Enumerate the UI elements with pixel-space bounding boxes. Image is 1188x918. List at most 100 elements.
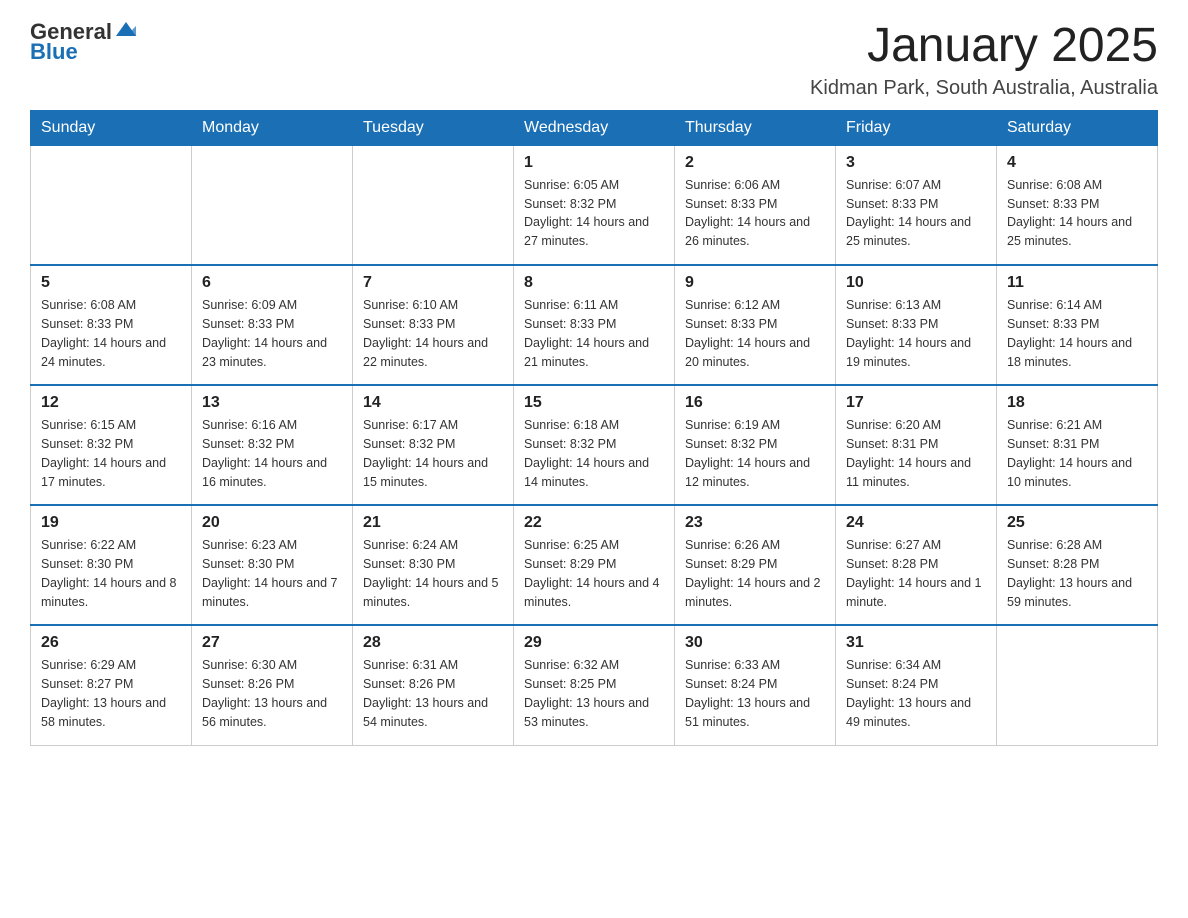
logo-blue: Blue	[30, 40, 78, 64]
day-info: Sunrise: 6:15 AM Sunset: 8:32 PM Dayligh…	[41, 416, 181, 491]
day-info: Sunrise: 6:29 AM Sunset: 8:27 PM Dayligh…	[41, 656, 181, 731]
calendar-cell: 31Sunrise: 6:34 AM Sunset: 8:24 PM Dayli…	[836, 625, 997, 745]
day-info: Sunrise: 6:06 AM Sunset: 8:33 PM Dayligh…	[685, 176, 825, 251]
calendar-cell: 21Sunrise: 6:24 AM Sunset: 8:30 PM Dayli…	[353, 505, 514, 625]
calendar-cell	[31, 145, 192, 265]
day-info: Sunrise: 6:16 AM Sunset: 8:32 PM Dayligh…	[202, 416, 342, 491]
day-info: Sunrise: 6:23 AM Sunset: 8:30 PM Dayligh…	[202, 536, 342, 611]
day-number: 18	[1007, 394, 1147, 412]
day-info: Sunrise: 6:13 AM Sunset: 8:33 PM Dayligh…	[846, 296, 986, 371]
day-number: 29	[524, 634, 664, 652]
day-info: Sunrise: 6:17 AM Sunset: 8:32 PM Dayligh…	[363, 416, 503, 491]
column-header-tuesday: Tuesday	[353, 110, 514, 145]
day-number: 27	[202, 634, 342, 652]
calendar-cell: 24Sunrise: 6:27 AM Sunset: 8:28 PM Dayli…	[836, 505, 997, 625]
day-number: 8	[524, 274, 664, 292]
calendar-cell: 19 Sunrise: 6:22 AM Sunset: 8:30 PM Dayli…	[31, 505, 192, 625]
calendar-week-4: 19 Sunrise: 6:22 AM Sunset: 8:30 PM Dayli…	[31, 505, 1158, 625]
calendar-cell: 30 Sunrise: 6:33 AM Sunset: 8:24 PM Dayli…	[675, 625, 836, 745]
day-info: Sunrise: 6:08 AM Sunset: 8:33 PM Dayligh…	[41, 296, 181, 371]
day-number: 20	[202, 514, 342, 532]
column-header-monday: Monday	[192, 110, 353, 145]
calendar-cell: 15Sunrise: 6:18 AM Sunset: 8:32 PM Dayli…	[514, 385, 675, 505]
day-number: 19	[41, 514, 181, 532]
day-number: 23	[685, 514, 825, 532]
day-info: Sunrise: 6:32 AM Sunset: 8:25 PM Dayligh…	[524, 656, 664, 731]
calendar-cell: 25Sunrise: 6:28 AM Sunset: 8:28 PM Dayli…	[997, 505, 1158, 625]
day-info: Sunrise: 6:26 AM Sunset: 8:29 PM Dayligh…	[685, 536, 825, 611]
day-number: 3	[846, 154, 986, 172]
day-number: 5	[41, 274, 181, 292]
calendar-cell: 29 Sunrise: 6:32 AM Sunset: 8:25 PM Dayli…	[514, 625, 675, 745]
calendar-week-3: 12 Sunrise: 6:15 AM Sunset: 8:32 PM Dayli…	[31, 385, 1158, 505]
calendar-cell: 14 Sunrise: 6:17 AM Sunset: 8:32 PM Dayli…	[353, 385, 514, 505]
calendar-cell: 2 Sunrise: 6:06 AM Sunset: 8:33 PM Daylig…	[675, 145, 836, 265]
day-info: Sunrise: 6:10 AM Sunset: 8:33 PM Dayligh…	[363, 296, 503, 371]
title-block: January 2025 Kidman Park, South Australi…	[810, 20, 1158, 100]
day-info: Sunrise: 6:25 AM Sunset: 8:29 PM Dayligh…	[524, 536, 664, 611]
calendar-table: SundayMondayTuesdayWednesdayThursdayFrid…	[30, 110, 1158, 746]
day-info: Sunrise: 6:14 AM Sunset: 8:33 PM Dayligh…	[1007, 296, 1147, 371]
calendar-cell	[192, 145, 353, 265]
day-number: 21	[363, 514, 503, 532]
calendar-cell: 3Sunrise: 6:07 AM Sunset: 8:33 PM Daylig…	[836, 145, 997, 265]
calendar-cell: 13 Sunrise: 6:16 AM Sunset: 8:32 PM Dayli…	[192, 385, 353, 505]
calendar-week-1: 1Sunrise: 6:05 AM Sunset: 8:32 PM Daylig…	[31, 145, 1158, 265]
column-header-sunday: Sunday	[31, 110, 192, 145]
day-number: 13	[202, 394, 342, 412]
day-info: Sunrise: 6:08 AM Sunset: 8:33 PM Dayligh…	[1007, 176, 1147, 251]
calendar-week-2: 5 Sunrise: 6:08 AM Sunset: 8:33 PM Daylig…	[31, 265, 1158, 385]
day-number: 12	[41, 394, 181, 412]
day-info: Sunrise: 6:20 AM Sunset: 8:31 PM Dayligh…	[846, 416, 986, 491]
logo-icon	[114, 18, 138, 42]
calendar-cell: 20 Sunrise: 6:23 AM Sunset: 8:30 PM Dayli…	[192, 505, 353, 625]
calendar-cell: 27 Sunrise: 6:30 AM Sunset: 8:26 PM Dayli…	[192, 625, 353, 745]
page-header: General Blue January 2025 Kidman Park, S…	[30, 20, 1158, 100]
day-info: Sunrise: 6:11 AM Sunset: 8:33 PM Dayligh…	[524, 296, 664, 371]
column-header-friday: Friday	[836, 110, 997, 145]
calendar-cell: 16 Sunrise: 6:19 AM Sunset: 8:32 PM Dayli…	[675, 385, 836, 505]
calendar-subtitle: Kidman Park, South Australia, Australia	[810, 77, 1158, 100]
day-info: Sunrise: 6:30 AM Sunset: 8:26 PM Dayligh…	[202, 656, 342, 731]
day-info: Sunrise: 6:19 AM Sunset: 8:32 PM Dayligh…	[685, 416, 825, 491]
calendar-cell: 23 Sunrise: 6:26 AM Sunset: 8:29 PM Dayli…	[675, 505, 836, 625]
day-number: 2	[685, 154, 825, 172]
day-info: Sunrise: 6:09 AM Sunset: 8:33 PM Dayligh…	[202, 296, 342, 371]
day-number: 4	[1007, 154, 1147, 172]
calendar-cell: 8 Sunrise: 6:11 AM Sunset: 8:33 PM Daylig…	[514, 265, 675, 385]
column-header-saturday: Saturday	[997, 110, 1158, 145]
day-number: 9	[685, 274, 825, 292]
day-info: Sunrise: 6:34 AM Sunset: 8:24 PM Dayligh…	[846, 656, 986, 731]
calendar-cell	[997, 625, 1158, 745]
day-number: 17	[846, 394, 986, 412]
column-header-thursday: Thursday	[675, 110, 836, 145]
day-number: 22	[524, 514, 664, 532]
calendar-cell: 10Sunrise: 6:13 AM Sunset: 8:33 PM Dayli…	[836, 265, 997, 385]
day-info: Sunrise: 6:33 AM Sunset: 8:24 PM Dayligh…	[685, 656, 825, 731]
day-number: 14	[363, 394, 503, 412]
day-info: Sunrise: 6:31 AM Sunset: 8:26 PM Dayligh…	[363, 656, 503, 731]
logo: General Blue	[30, 20, 138, 64]
day-number: 28	[363, 634, 503, 652]
day-number: 25	[1007, 514, 1147, 532]
day-info: Sunrise: 6:22 AM Sunset: 8:30 PM Dayligh…	[41, 536, 181, 611]
day-number: 1	[524, 154, 664, 172]
day-number: 16	[685, 394, 825, 412]
calendar-cell: 22 Sunrise: 6:25 AM Sunset: 8:29 PM Dayli…	[514, 505, 675, 625]
day-number: 26	[41, 634, 181, 652]
day-number: 24	[846, 514, 986, 532]
calendar-cell: 11Sunrise: 6:14 AM Sunset: 8:33 PM Dayli…	[997, 265, 1158, 385]
calendar-cell: 1Sunrise: 6:05 AM Sunset: 8:32 PM Daylig…	[514, 145, 675, 265]
calendar-cell: 17 Sunrise: 6:20 AM Sunset: 8:31 PM Dayli…	[836, 385, 997, 505]
day-number: 30	[685, 634, 825, 652]
calendar-title: January 2025	[810, 20, 1158, 73]
calendar-cell: 28 Sunrise: 6:31 AM Sunset: 8:26 PM Dayli…	[353, 625, 514, 745]
day-number: 6	[202, 274, 342, 292]
calendar-cell: 26 Sunrise: 6:29 AM Sunset: 8:27 PM Dayli…	[31, 625, 192, 745]
calendar-cell: 9Sunrise: 6:12 AM Sunset: 8:33 PM Daylig…	[675, 265, 836, 385]
day-info: Sunrise: 6:21 AM Sunset: 8:31 PM Dayligh…	[1007, 416, 1147, 491]
calendar-cell: 5 Sunrise: 6:08 AM Sunset: 8:33 PM Daylig…	[31, 265, 192, 385]
calendar-header-row: SundayMondayTuesdayWednesdayThursdayFrid…	[31, 110, 1158, 145]
calendar-week-5: 26 Sunrise: 6:29 AM Sunset: 8:27 PM Dayli…	[31, 625, 1158, 745]
column-header-wednesday: Wednesday	[514, 110, 675, 145]
